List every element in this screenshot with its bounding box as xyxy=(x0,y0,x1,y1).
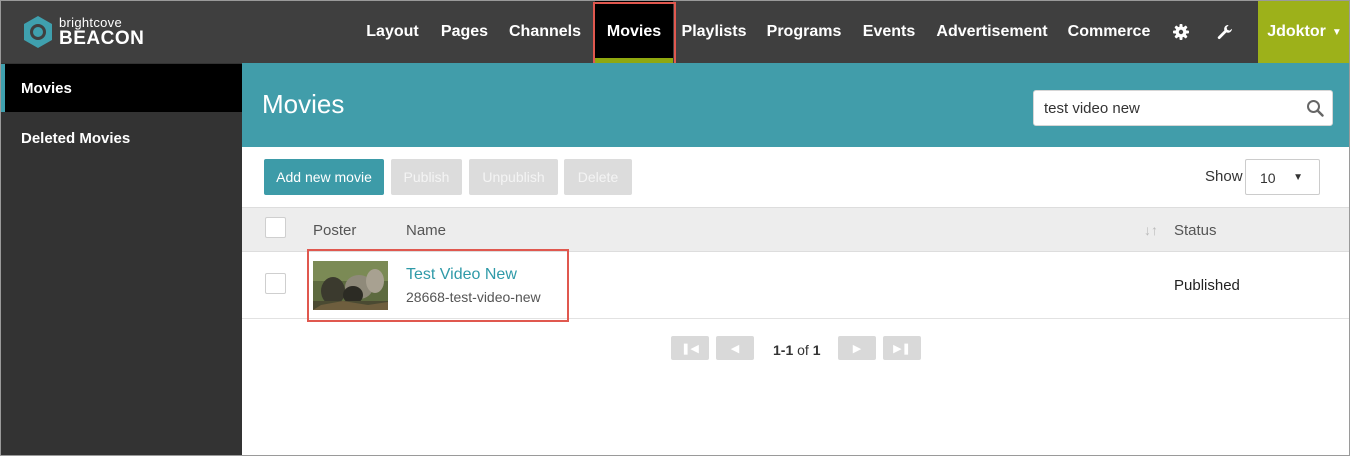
page-size-value: 10 xyxy=(1260,170,1276,186)
brightcove-beacon-logo[interactable]: brightcove BEACON xyxy=(21,13,161,51)
poster-image xyxy=(313,261,388,310)
publish-button[interactable]: Publish xyxy=(391,159,462,195)
movie-slug: 28668-test-video-new xyxy=(406,289,541,305)
row-checkbox[interactable] xyxy=(265,273,286,294)
chevron-down-icon: ▼ xyxy=(1293,172,1303,183)
nav-programs[interactable]: Programs xyxy=(761,1,847,63)
movie-title-link[interactable]: Test Video New xyxy=(406,266,517,284)
nav-playlists[interactable]: Playlists xyxy=(677,1,751,63)
pagination-status: 1-1 of 1 xyxy=(773,342,821,358)
page-header: Movies xyxy=(242,63,1349,147)
top-navbar: brightcove BEACON Layout Pages Channels … xyxy=(1,1,1349,63)
sidebar: Movies Deleted Movies xyxy=(1,63,242,455)
sidebar-item-deleted-movies[interactable]: Deleted Movies xyxy=(1,114,242,162)
page-total: 1 xyxy=(812,342,821,358)
nav-events[interactable]: Events xyxy=(857,1,921,63)
table-row: Test Video New 28668-test-video-new Publ… xyxy=(242,252,1349,319)
column-status[interactable]: Status xyxy=(1174,222,1217,239)
column-name[interactable]: Name xyxy=(406,222,446,239)
tools-button[interactable] xyxy=(1207,1,1243,63)
movie-poster[interactable] xyxy=(313,261,388,310)
unpublish-button[interactable]: Unpublish xyxy=(469,159,558,195)
beacon-logo-icon xyxy=(24,16,52,48)
status-text: Published xyxy=(1174,277,1240,294)
first-page-icon: ❚◀ xyxy=(681,342,699,355)
search-input[interactable] xyxy=(1034,91,1294,125)
first-page-button[interactable]: ❚◀ xyxy=(671,336,709,360)
delete-button[interactable]: Delete xyxy=(564,159,632,195)
column-poster: Poster xyxy=(313,222,357,239)
logo-text-big: BEACON xyxy=(59,28,145,49)
page-title: Movies xyxy=(262,89,345,119)
user-menu[interactable]: Jdoktor ▼ xyxy=(1258,1,1349,63)
page-size-select[interactable]: 10 ▼ xyxy=(1245,159,1320,195)
last-page-button[interactable]: ▶❚ xyxy=(883,336,921,360)
user-name: Jdoktor xyxy=(1267,23,1326,40)
nav-advertisement[interactable]: Advertisement xyxy=(931,1,1053,63)
table-header: Poster Name ↓↑ Status xyxy=(242,207,1349,252)
prev-page-icon: ◀ xyxy=(730,342,740,355)
sidebar-item-movies[interactable]: Movies xyxy=(1,64,242,112)
nav-commerce[interactable]: Commerce xyxy=(1063,1,1155,63)
nav-movies[interactable]: Movies xyxy=(595,1,673,63)
select-all-checkbox[interactable] xyxy=(265,217,286,238)
next-page-button[interactable]: ▶ xyxy=(838,336,876,360)
gear-icon xyxy=(1173,24,1189,40)
add-movie-button[interactable]: Add new movie xyxy=(264,159,384,195)
next-page-icon: ▶ xyxy=(852,342,862,355)
sort-icon[interactable]: ↓↑ xyxy=(1144,222,1158,238)
app-window: brightcove BEACON Layout Pages Channels … xyxy=(0,0,1350,456)
page-of: of xyxy=(797,342,809,358)
nav-pages[interactable]: Pages xyxy=(435,1,494,63)
page-range: 1-1 xyxy=(773,342,794,358)
last-page-icon: ▶❚ xyxy=(893,342,911,355)
settings-button[interactable] xyxy=(1163,1,1199,63)
chevron-down-icon: ▼ xyxy=(1331,26,1342,38)
nav-layout[interactable]: Layout xyxy=(359,1,426,63)
wrench-icon xyxy=(1217,25,1232,40)
show-label: Show xyxy=(1205,168,1243,185)
search-icon[interactable] xyxy=(1306,99,1324,117)
nav-channels[interactable]: Channels xyxy=(504,1,586,63)
prev-page-button[interactable]: ◀ xyxy=(716,336,754,360)
search-box[interactable] xyxy=(1033,90,1333,126)
